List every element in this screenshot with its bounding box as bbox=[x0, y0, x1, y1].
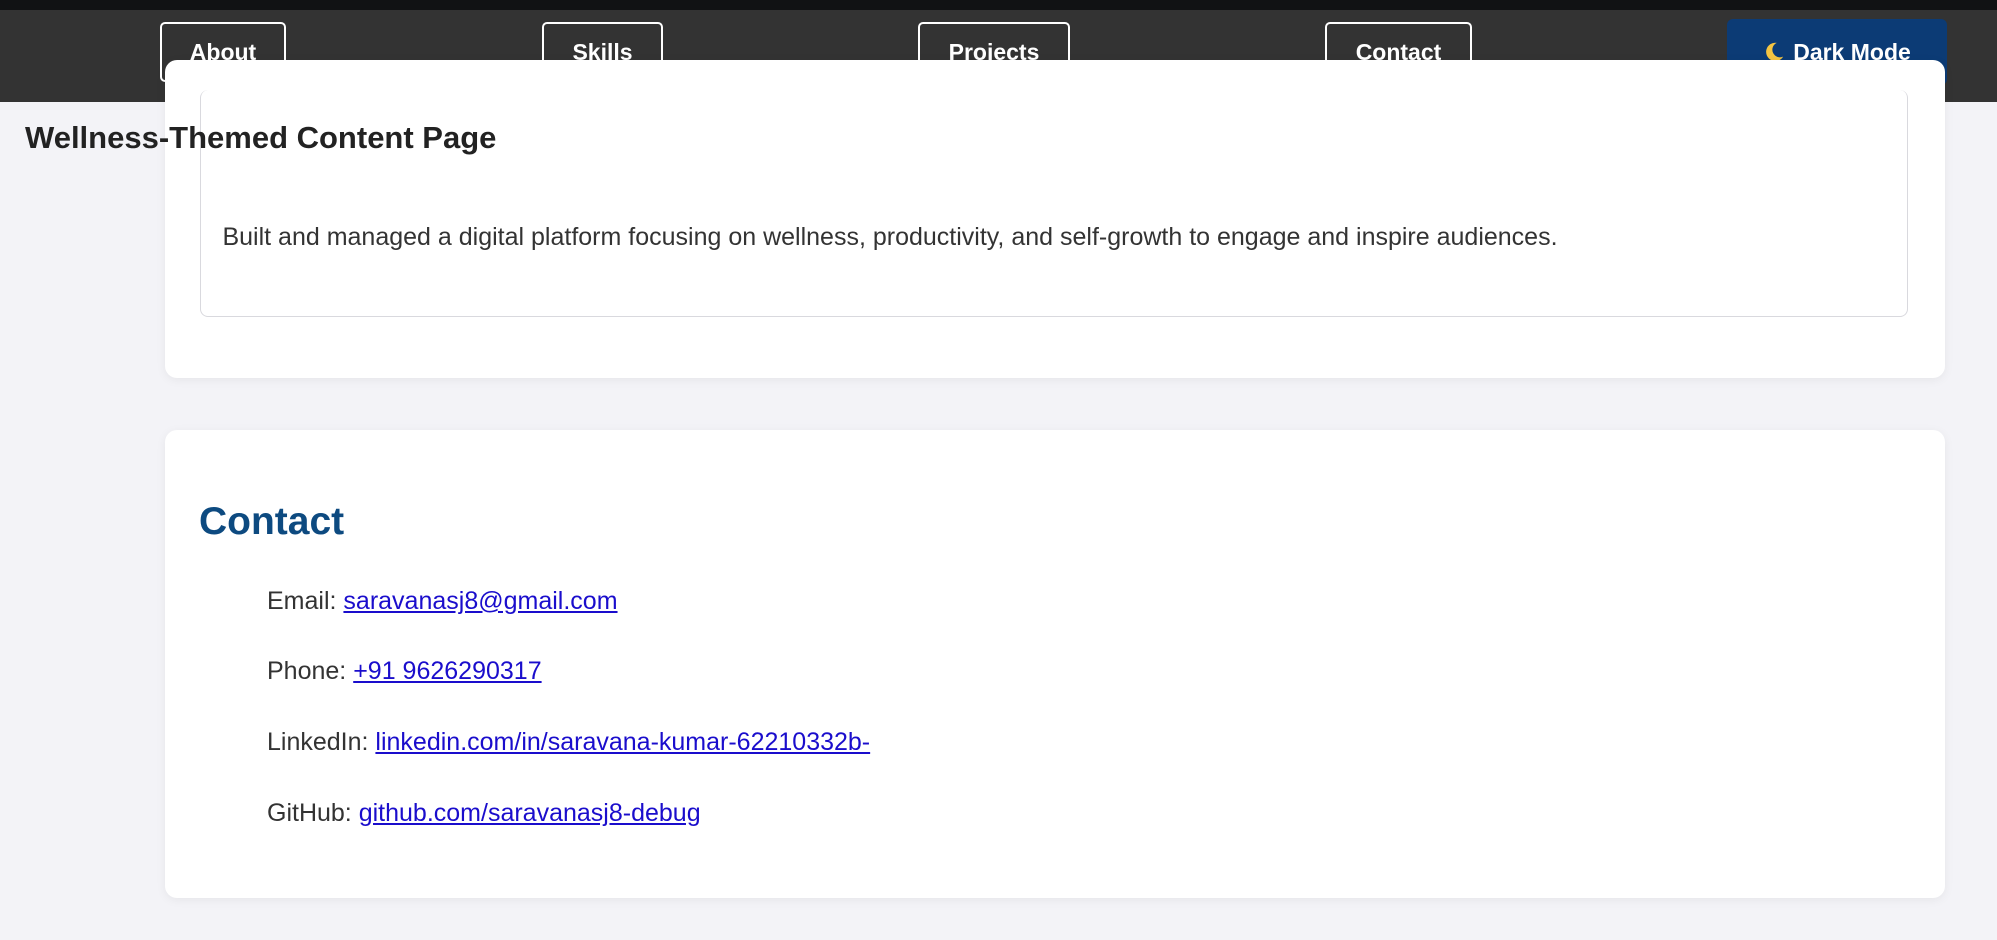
github-link[interactable]: github.com/saravanasj8-debug bbox=[359, 799, 701, 827]
project-description: Built and managed a digital platform foc… bbox=[222, 223, 1558, 251]
contact-github-row: GitHub: github.com/saravanasj8-debug bbox=[267, 799, 701, 828]
linkedin-label: LinkedIn: bbox=[267, 728, 369, 756]
email-label: Email: bbox=[267, 587, 337, 615]
project-title: Wellness-Themed Content Page bbox=[25, 120, 497, 155]
contact-phone-row: Phone: +91 9626290317 bbox=[267, 657, 542, 686]
projects-section-card bbox=[165, 60, 1945, 378]
github-label: GitHub: bbox=[267, 799, 352, 827]
phone-label: Phone: bbox=[267, 657, 347, 685]
window-top-strip bbox=[0, 0, 1997, 10]
phone-link[interactable]: +91 9626290317 bbox=[353, 657, 541, 685]
contact-section-card: Contact Email: saravanasj8@gmail.com Pho… bbox=[165, 430, 1945, 898]
email-link[interactable]: saravanasj8@gmail.com bbox=[343, 587, 617, 615]
linkedin-link[interactable]: linkedin.com/in/saravana-kumar-62210332b… bbox=[375, 728, 870, 756]
contact-heading: Contact bbox=[199, 500, 345, 543]
contact-email-row: Email: saravanasj8@gmail.com bbox=[267, 587, 618, 616]
contact-linkedin-row: LinkedIn: linkedin.com/in/saravana-kumar… bbox=[267, 728, 870, 757]
